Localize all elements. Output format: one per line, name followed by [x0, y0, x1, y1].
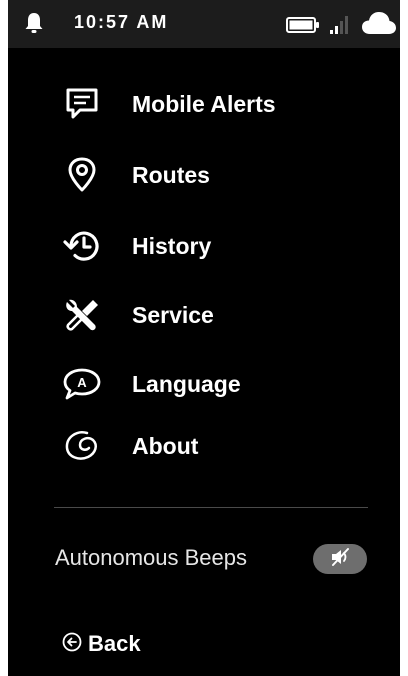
- menu-item-mobile-alerts[interactable]: Mobile Alerts: [62, 82, 362, 126]
- swirl-icon: [62, 426, 102, 466]
- menu-item-label: About: [132, 432, 199, 459]
- location-pin-icon: [62, 155, 102, 195]
- autonomous-beeps-toggle[interactable]: [313, 544, 367, 574]
- menu-item-label: Service: [132, 301, 214, 328]
- svg-text:A: A: [77, 375, 87, 390]
- app-screen: 10:57 AM Mobile Alerts Routes History Se…: [8, 0, 400, 676]
- speech-bubble-a-icon: A: [62, 364, 102, 404]
- history-icon: [62, 226, 102, 266]
- menu-item-service[interactable]: Service: [62, 293, 362, 337]
- menu-item-language[interactable]: A Language: [62, 362, 362, 406]
- menu-item-about[interactable]: About: [62, 424, 362, 468]
- back-button[interactable]: Back: [62, 628, 141, 660]
- signal-icon: [329, 16, 351, 39]
- back-label: Back: [88, 631, 141, 656]
- back-arrow-circle-icon: [62, 632, 82, 657]
- menu-item-history[interactable]: History: [62, 224, 362, 268]
- bell-icon: [24, 12, 44, 39]
- menu-item-label: Language: [132, 370, 241, 397]
- menu-item-label: Routes: [132, 161, 210, 188]
- wrench-screwdriver-icon: [62, 295, 102, 335]
- autonomous-beeps-label: Autonomous Beeps: [55, 545, 248, 570]
- volume-mute-icon: [327, 547, 353, 572]
- status-bar: 10:57 AM: [8, 0, 400, 48]
- menu-item-label: Mobile Alerts: [132, 90, 276, 117]
- menu-divider: [54, 507, 368, 508]
- status-time: 10:57 AM: [74, 12, 169, 32]
- battery-icon: [286, 17, 320, 38]
- menu-item-label: History: [132, 232, 212, 259]
- cloud-icon: [362, 11, 396, 40]
- menu-item-routes[interactable]: Routes: [62, 153, 362, 197]
- message-icon: [62, 84, 102, 124]
